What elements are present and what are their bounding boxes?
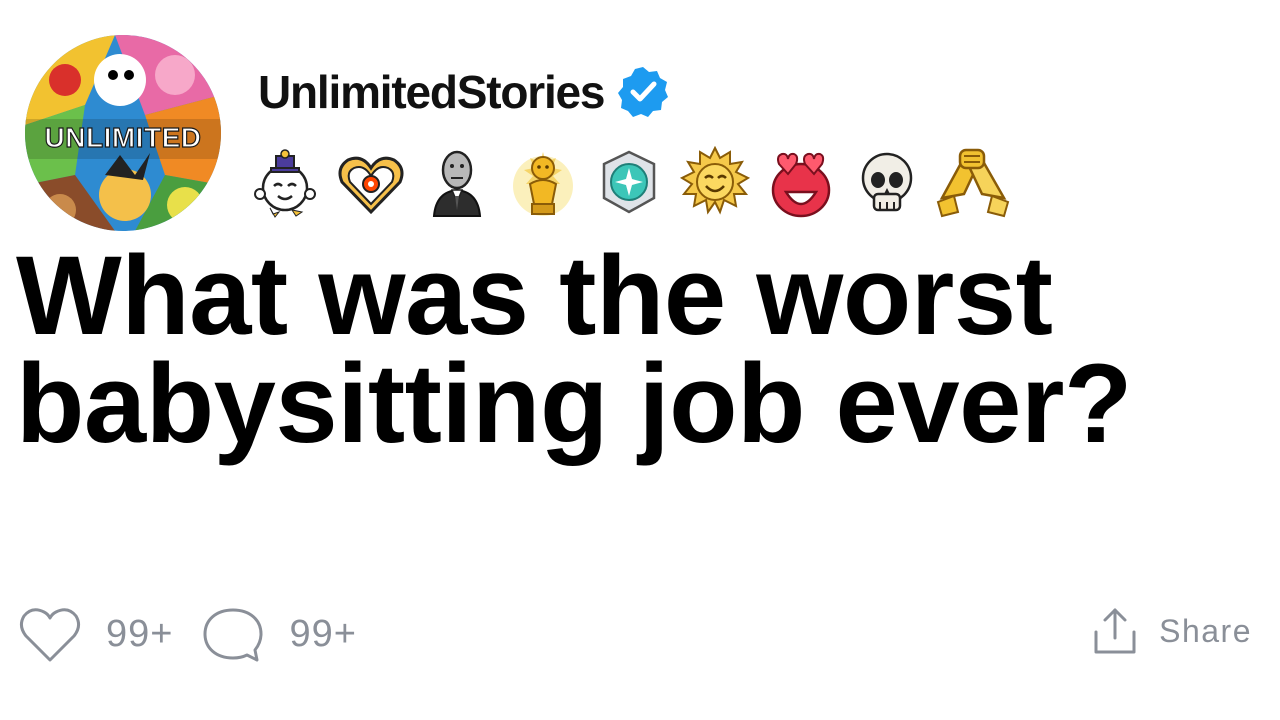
share-icon (1094, 608, 1136, 654)
avatar-text: UNLIMITED (45, 122, 202, 153)
gold-award-icon (513, 152, 573, 216)
platinum-award-icon (602, 150, 656, 214)
wholesome-award-icon (254, 149, 316, 218)
post-title: What was the worst babysitting job ever? (16, 233, 1132, 466)
engagement-bar: 99+ 99+ (18, 604, 385, 664)
avatar[interactable]: UNLIMITED (25, 35, 221, 231)
heart-icon[interactable] (18, 604, 82, 664)
comment-icon[interactable] (201, 604, 265, 664)
skull-award-icon (861, 152, 913, 212)
heartwarming-award-icon (338, 156, 404, 215)
share-button[interactable]: Share (1093, 606, 1252, 656)
love-eyes-award-icon (771, 152, 831, 218)
post-header: UnlimitedStories (258, 62, 670, 122)
handshake-award-icon (936, 148, 1010, 218)
stonks-award-icon (432, 150, 482, 217)
awards-row (248, 146, 1010, 220)
comments-count: 99+ (289, 612, 357, 655)
username[interactable]: UnlimitedStories (258, 62, 606, 122)
sunny-award-icon (679, 146, 751, 215)
verified-badge-icon (618, 67, 669, 117)
share-label: Share (1159, 612, 1252, 649)
post-card: UNLIMITED UnlimitedStories What was the … (0, 0, 1280, 720)
likes-count: 99+ (106, 612, 174, 655)
